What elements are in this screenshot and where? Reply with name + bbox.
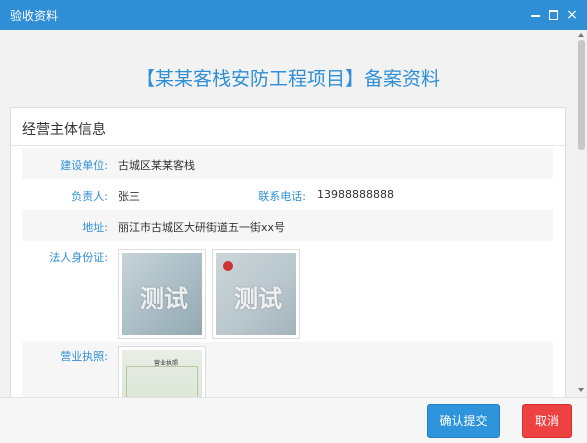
scroll-thumb[interactable] xyxy=(578,40,585,150)
row-construction-unit: 建设单位: 古城区某某客栈 xyxy=(22,148,553,179)
emblem-icon xyxy=(223,261,233,271)
minimize-icon[interactable] xyxy=(529,8,543,22)
address-value: 丽江市古城区大研街道五一街xx号 xyxy=(118,221,286,234)
watermark-text: 测试 xyxy=(234,285,282,313)
row-address: 地址: 丽江市古城区大研街道五一街xx号 xyxy=(22,210,553,241)
title-bar: 验收资料 × xyxy=(0,0,587,30)
window-title: 验收资料 xyxy=(10,9,59,23)
id-card-front-image[interactable]: 测试 xyxy=(118,249,206,339)
id-card-back-image[interactable]: 测试 xyxy=(212,249,300,339)
phone-value: 13988888888 xyxy=(317,188,394,201)
cancel-button[interactable]: 取消 xyxy=(522,404,572,438)
person-label: 负责人: xyxy=(71,190,108,203)
dialog-footer: 确认提交 取消 xyxy=(0,397,587,443)
maximize-icon[interactable] xyxy=(547,8,561,22)
dialog-window: 验收资料 × 【某某客栈安防工程项目】备案资料 经营主体信息 建设单位: 古城区… xyxy=(0,0,587,443)
license-frame xyxy=(126,366,198,397)
row-business-license: 营业执照: 营业执照 xyxy=(22,342,553,397)
address-label: 地址: xyxy=(82,221,108,234)
watermark-text: 测试 xyxy=(140,285,188,313)
phone-label: 联系电话: xyxy=(258,190,306,203)
legal-id-label: 法人身份证: xyxy=(49,251,108,264)
person-value: 张三 xyxy=(118,190,140,203)
section-title: 经营主体信息 xyxy=(22,122,106,138)
construction-unit-value: 古城区某某客栈 xyxy=(118,159,195,172)
construction-unit-label: 建设单位: xyxy=(60,159,108,172)
vertical-scrollbar[interactable] xyxy=(576,30,587,397)
scroll-down-icon[interactable] xyxy=(578,388,584,392)
business-license-image[interactable]: 营业执照 xyxy=(118,346,206,397)
info-panel: 经营主体信息 建设单位: 古城区某某客栈 负责人: 张三 联系电话: 13988… xyxy=(10,107,566,397)
section-divider xyxy=(11,145,565,146)
row-person-phone: 负责人: 张三 联系电话: 13988888888 xyxy=(22,179,553,210)
scroll-up-icon[interactable] xyxy=(578,33,584,37)
close-icon[interactable]: × xyxy=(565,8,579,22)
row-legal-id: 法人身份证: 测试 测试 xyxy=(22,241,553,342)
page-title: 【某某客栈安防工程项目】备案资料 xyxy=(135,68,440,90)
confirm-submit-button[interactable]: 确认提交 xyxy=(427,404,500,438)
dialog-content: 【某某客栈安防工程项目】备案资料 经营主体信息 建设单位: 古城区某某客栈 负责… xyxy=(0,30,576,397)
business-license-label: 营业执照: xyxy=(60,350,108,363)
